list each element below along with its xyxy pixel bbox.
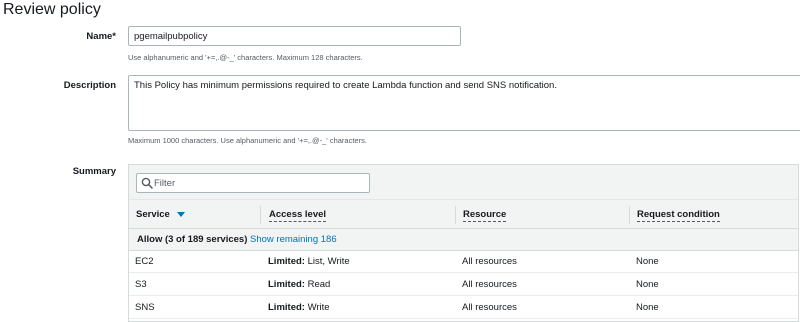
access-level-value: Read <box>304 279 331 290</box>
table-row: SNS Limited: Write All resources None <box>129 296 798 319</box>
filter-input[interactable] <box>154 175 364 191</box>
access-level-cell: Limited: Write <box>268 302 330 313</box>
service-link-ec2[interactable]: EC2 <box>135 256 153 267</box>
description-hint: Maximum 1000 characters. Use alphanumeri… <box>128 136 367 145</box>
access-level-value: List, Write <box>304 256 350 267</box>
description-label: Description <box>63 80 116 91</box>
page-title: Review policy <box>3 1 101 18</box>
column-header-access-level[interactable]: Access level <box>269 209 327 222</box>
table-header: Service Access level Resource Request co… <box>129 199 798 228</box>
condition-cell: None <box>636 279 659 290</box>
name-label: Name* <box>86 31 116 42</box>
filter-bar <box>129 165 798 199</box>
filter-field[interactable] <box>136 173 370 193</box>
description-textarea[interactable]: This Policy has minimum permissions requ… <box>128 75 800 131</box>
resource-cell: All resources <box>462 279 517 290</box>
search-icon <box>141 177 153 189</box>
column-header-request-condition-label: Request condition <box>637 209 720 222</box>
access-level-prefix: Limited: <box>268 279 305 290</box>
resource-cell: All resources <box>462 256 517 267</box>
summary-label: Summary <box>72 166 116 177</box>
access-level-prefix: Limited: <box>268 256 305 267</box>
caret-down-icon <box>177 211 186 217</box>
access-level-cell: Limited: Read <box>268 279 330 290</box>
access-level-cell: Limited: List, Write <box>268 256 350 267</box>
name-input[interactable] <box>128 26 461 46</box>
service-link-sns[interactable]: SNS <box>135 302 155 313</box>
summary-table: Service Access level Resource Request co… <box>128 164 799 322</box>
access-level-prefix: Limited: <box>268 302 305 313</box>
condition-cell: None <box>636 256 659 267</box>
column-divider <box>260 206 261 224</box>
column-header-resource-label: Resource <box>463 209 507 222</box>
column-header-service[interactable]: Service <box>136 209 186 220</box>
allow-group-label: Allow (3 of 189 services) <box>137 234 248 245</box>
allow-group-label-wrap: Allow (3 of 189 services) Show remaining… <box>137 234 337 245</box>
condition-cell: None <box>636 302 659 313</box>
name-hint: Use alphanumeric and '+=,.@-_' character… <box>128 53 363 62</box>
column-header-access-level-label: Access level <box>269 209 327 222</box>
column-header-request-condition[interactable]: Request condition <box>637 209 720 222</box>
column-header-service-label: Service <box>136 209 170 220</box>
table-row: S3 Limited: Read All resources None <box>129 273 798 296</box>
show-remaining-link[interactable]: Show remaining 186 <box>250 234 337 245</box>
column-divider <box>629 206 630 224</box>
column-header-resource[interactable]: Resource <box>463 209 507 222</box>
access-level-value: Write <box>304 302 330 313</box>
allow-group-row: Allow (3 of 189 services) Show remaining… <box>129 228 798 251</box>
column-divider <box>455 206 456 224</box>
table-row: EC2 Limited: List, Write All resources N… <box>129 250 798 273</box>
service-link-s3[interactable]: S3 <box>135 279 147 290</box>
resource-cell: All resources <box>462 302 517 313</box>
